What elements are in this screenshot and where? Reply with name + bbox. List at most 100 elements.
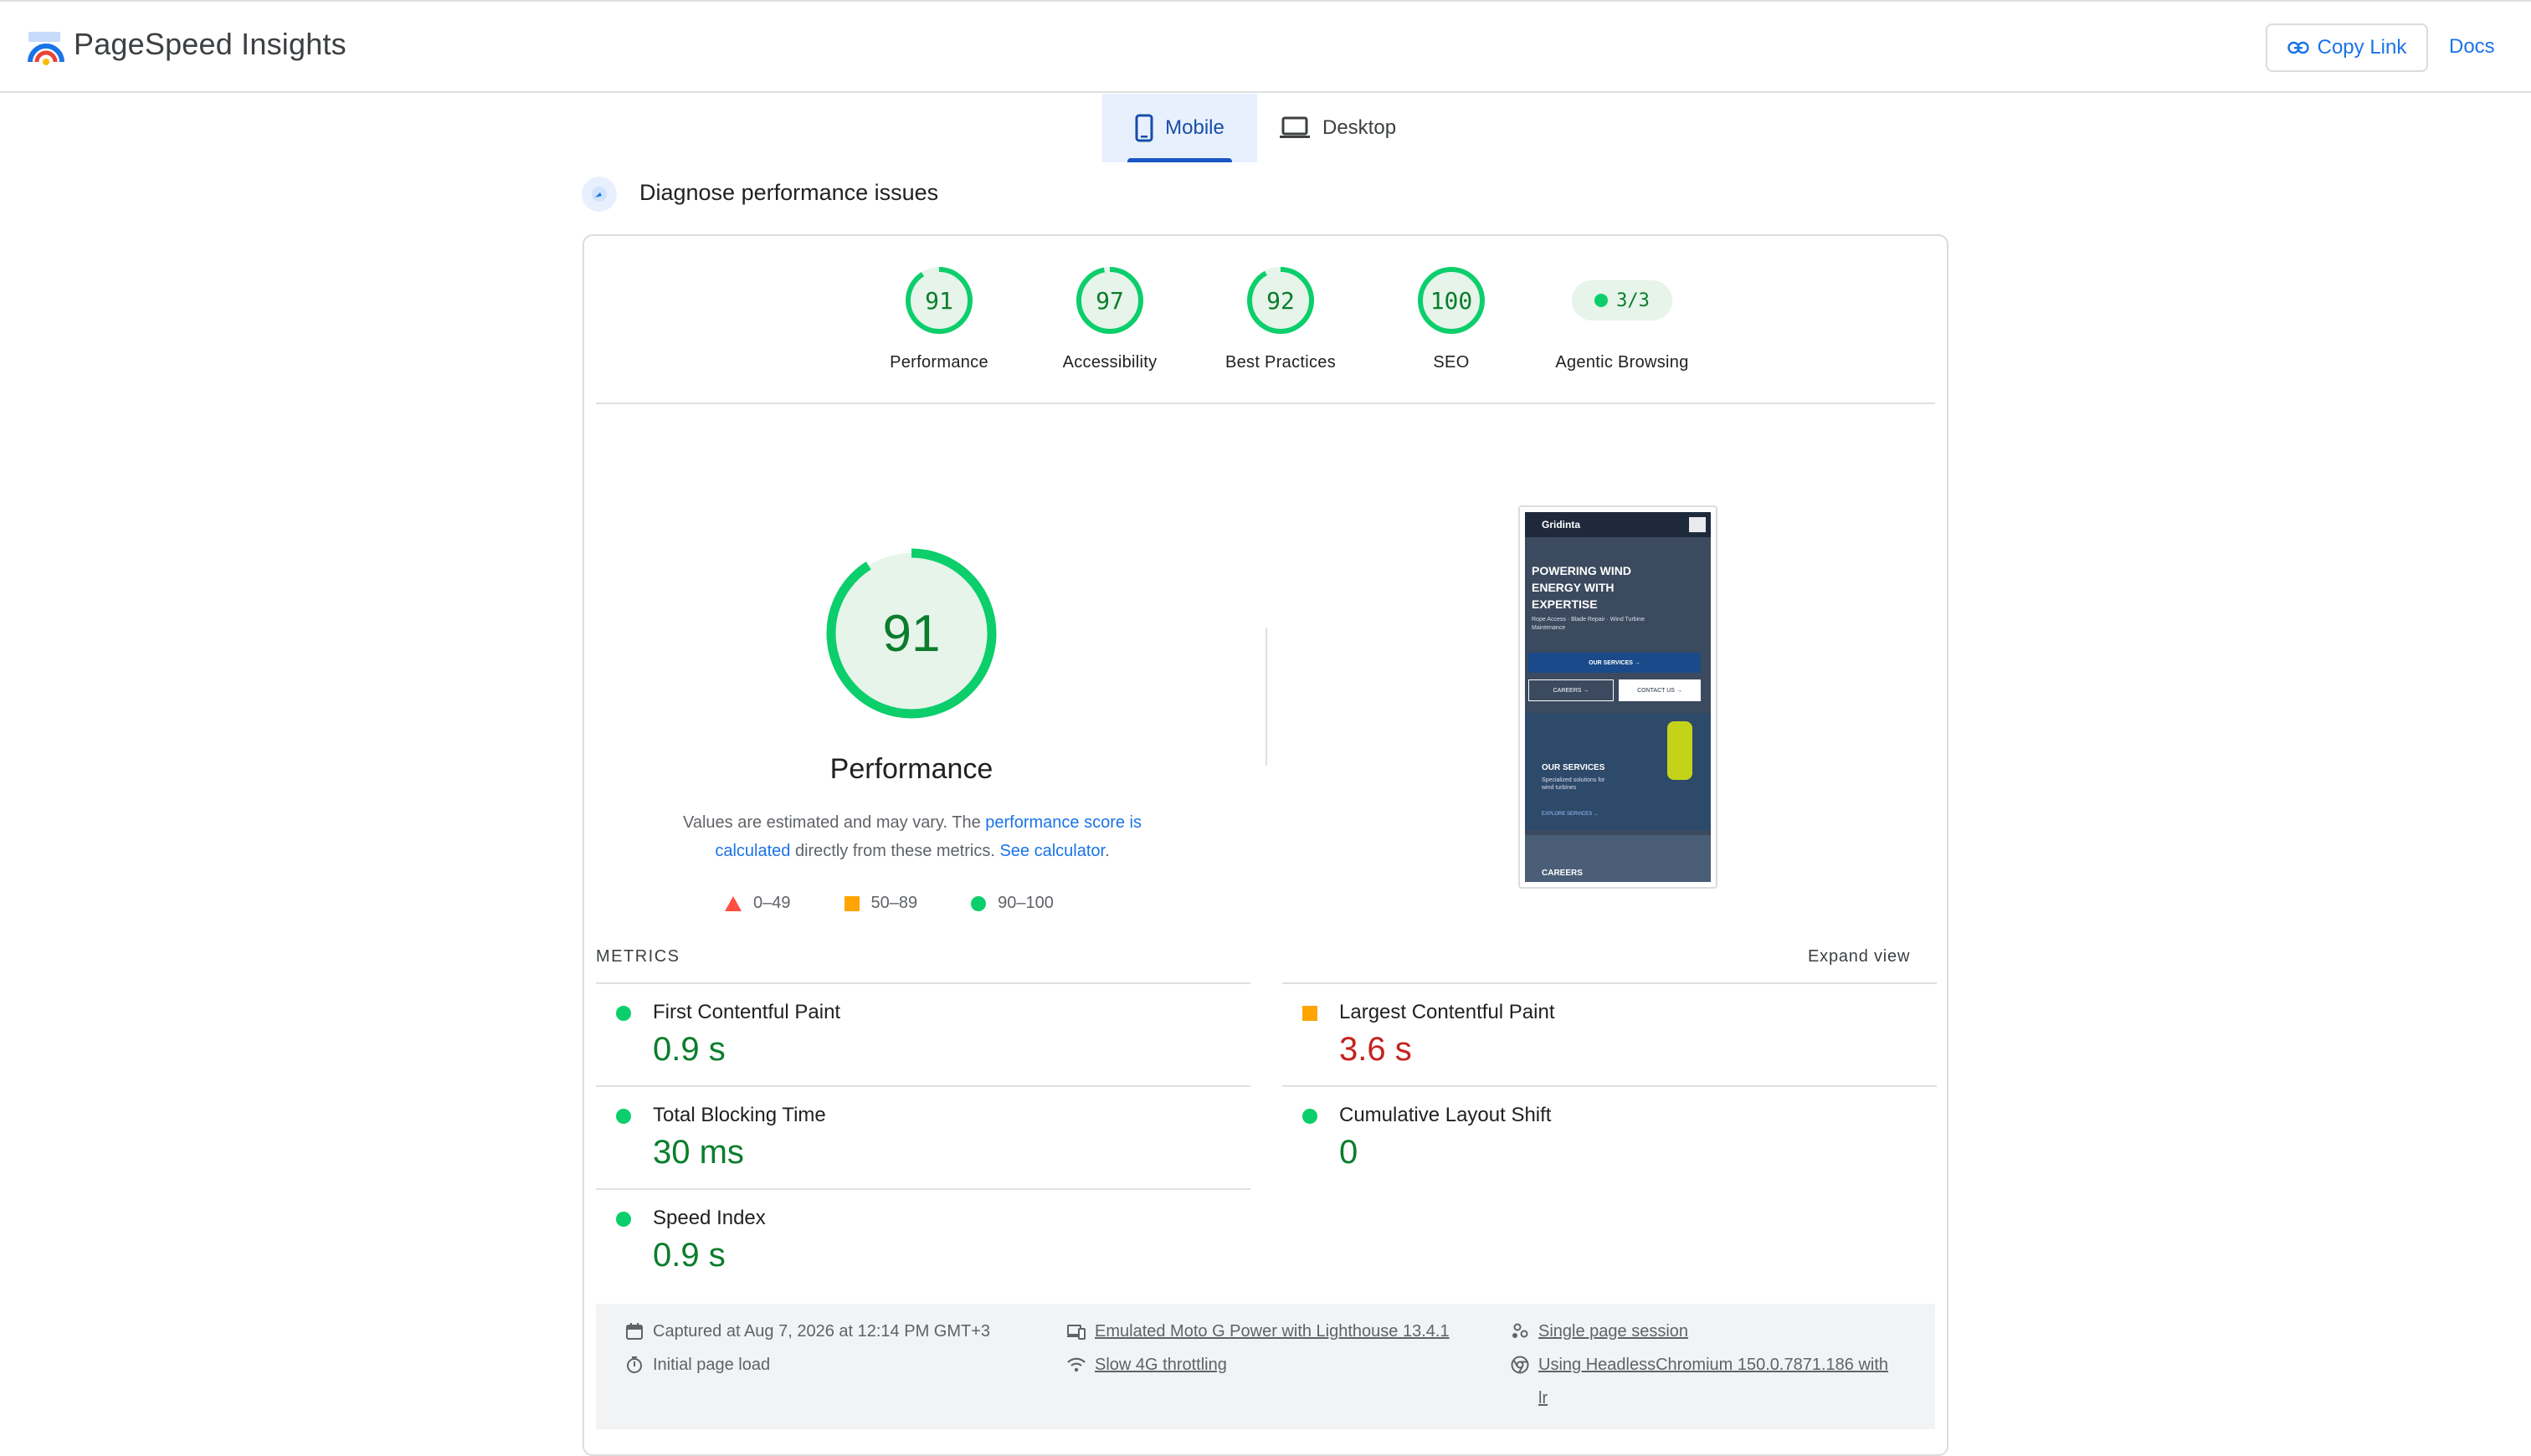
tab-desktop-label: Desktop [1322, 116, 1397, 139]
device-text: Emulated Moto G Power with Lighthouse 13… [1095, 1322, 1450, 1341]
tab-desktop[interactable]: Desktop [1257, 94, 1418, 162]
initial-page-load: Initial page load [624, 1348, 770, 1382]
site-services-title: OUR SERVICES [1542, 763, 1605, 772]
site-services-sub: Specialized solutions for wind turbines [1542, 777, 1605, 791]
note-text: directly from these metrics. [790, 842, 1000, 860]
score-legend: 0–49 50–89 90–100 [725, 894, 1107, 913]
see-calculator-link[interactable]: See calculator [999, 842, 1105, 860]
pagespeed-logo-icon [27, 28, 65, 67]
metric-value: 0.9 s [653, 1237, 726, 1274]
expand-view-toggle[interactable]: Expand view [1808, 947, 1910, 966]
laptop-icon [1280, 116, 1310, 138]
performance-note: Values are estimated and may vary. The p… [644, 808, 1180, 865]
score-gauge: 100 [1417, 266, 1486, 335]
initial-load-text: Initial page load [653, 1356, 771, 1374]
metric-value: 30 ms [653, 1134, 744, 1171]
metric-label: Largest Contentful Paint [1339, 1001, 1555, 1023]
metric-cumulative-layout-shift: Cumulative Layout Shift 0 [1282, 1085, 1937, 1187]
metric-speed-index: Speed Index 0.9 s [596, 1188, 1250, 1290]
performance-title: Performance [829, 753, 993, 785]
note-text: . [1105, 842, 1110, 860]
legend-item: 50–89 [844, 894, 918, 913]
average-square-icon [1302, 1006, 1317, 1021]
site-hero-sub: Rope Access · Blade Repair · Wind Turbin… [1532, 617, 1645, 631]
vertical-divider [1266, 628, 1267, 766]
site-careers-button: CAREERS → [1528, 679, 1614, 701]
note-text: Values are estimated and may vary. The [682, 813, 986, 832]
agentic-value: 3/3 [1616, 290, 1650, 311]
divider [596, 402, 1935, 404]
calendar-icon [626, 1323, 643, 1340]
site-careers-title: CAREERS [1542, 869, 1583, 878]
site-services-button: OUR SERVICES → [1528, 653, 1701, 673]
metric-label: Cumulative Layout Shift [1339, 1104, 1552, 1126]
browser-version[interactable]: Using HeadlessChromium 150.0.7871.186 wi… [1510, 1348, 1888, 1415]
score-label: Agentic Browsing [1555, 353, 1689, 372]
score-accessibility[interactable]: 97 Accessibility [1024, 266, 1195, 372]
session-text: Single page session [1538, 1322, 1689, 1341]
app-header: PageSpeed Insights Copy Link Docs [0, 0, 2531, 93]
legend-range: 0–49 [753, 894, 791, 912]
metric-label: Speed Index [653, 1207, 766, 1229]
diagnose-title: Diagnose performance issues [639, 180, 939, 205]
docs-link[interactable]: Docs [2449, 35, 2495, 59]
score-best-practices[interactable]: 92 Best Practices [1195, 266, 1366, 372]
legend-range: 50–89 [870, 894, 918, 912]
score-label: Best Practices [1224, 353, 1337, 372]
score-value: 92 [1266, 286, 1295, 315]
app-title: PageSpeed Insights [74, 27, 347, 61]
legend-item: 90–100 [971, 894, 1054, 913]
emulated-device[interactable]: Emulated Moto G Power with Lighthouse 13… [1066, 1315, 1450, 1348]
metric-value: 0.9 s [653, 1031, 726, 1068]
metric-value: 0 [1339, 1134, 1358, 1171]
final-screenshot: Gridinta POWERING WIND ENERGY WITH EXPER… [1518, 505, 1717, 889]
pass-dot-icon [1594, 294, 1609, 307]
score-agentic-browsing[interactable]: 3/3 Agentic Browsing [1537, 266, 1707, 372]
copy-link-button[interactable]: Copy Link [2266, 23, 2428, 72]
score-value: 97 [1096, 286, 1124, 315]
pass-circle-icon [1302, 1109, 1317, 1124]
tab-mobile[interactable]: Mobile [1102, 94, 1257, 162]
metric-first-contentful-paint: First Contentful Paint 0.9 s [596, 982, 1250, 1084]
captured-text: Captured at Aug 7, 2026 at 12:14 PM GMT+… [653, 1322, 991, 1341]
pass-circle-icon [616, 1006, 631, 1021]
chrome-icon [1511, 1356, 1529, 1374]
menu-icon [1689, 517, 1706, 532]
link-icon [2287, 41, 2309, 54]
site-brand: Gridinta [1542, 519, 1581, 531]
score-gauge: 91 [905, 266, 973, 335]
devices-icon [1067, 1325, 1086, 1340]
category-scores: 91 Performance 97 Accessibility 92 Best … [854, 266, 1707, 372]
browser-line-1: Using HeadlessChromium 150.0.7871.186 wi… [1538, 1356, 1889, 1374]
pass-circle-icon [616, 1109, 631, 1124]
score-label: Accessibility [1062, 353, 1158, 372]
metrics-heading: METRICS [596, 947, 680, 966]
site-hero-title: POWERING WIND ENERGY WITH EXPERTISE [1532, 564, 1631, 611]
score-value: 91 [925, 286, 953, 315]
metric-value: 3.6 s [1339, 1031, 1412, 1068]
legend-range: 90–100 [998, 894, 1054, 912]
network-throttling[interactable]: Slow 4G throttling [1066, 1348, 1227, 1382]
browser-line-2: lr [1538, 1389, 1548, 1407]
site-contact-button: CONTACT US → [1619, 679, 1701, 701]
score-label: Performance [890, 353, 988, 372]
tab-mobile-label: Mobile [1165, 116, 1224, 139]
screenshot-content: Gridinta POWERING WIND ENERGY WITH EXPER… [1525, 512, 1711, 882]
performance-score: 91 [882, 604, 941, 663]
site-worker-image [1667, 721, 1692, 780]
score-gauge: 92 [1246, 266, 1315, 335]
throttling-text: Slow 4G throttling [1095, 1356, 1227, 1374]
agentic-badge: 3/3 [1572, 280, 1672, 320]
score-seo[interactable]: 100 SEO [1366, 266, 1537, 372]
signal-icon [1067, 1357, 1086, 1372]
pass-circle-icon [971, 895, 987, 911]
device-tabs: Mobile Desktop [1102, 94, 1418, 162]
timer-icon [627, 1356, 642, 1373]
score-value: 100 [1430, 286, 1473, 315]
score-label: SEO [1433, 353, 1470, 372]
single-page-session[interactable]: Single page session [1510, 1315, 1688, 1348]
metric-label: Total Blocking Time [653, 1104, 826, 1126]
browser-text: Using HeadlessChromium 150.0.7871.186 wi… [1538, 1348, 1888, 1415]
legend-item: 0–49 [725, 894, 791, 913]
score-performance[interactable]: 91 Performance [854, 266, 1024, 372]
